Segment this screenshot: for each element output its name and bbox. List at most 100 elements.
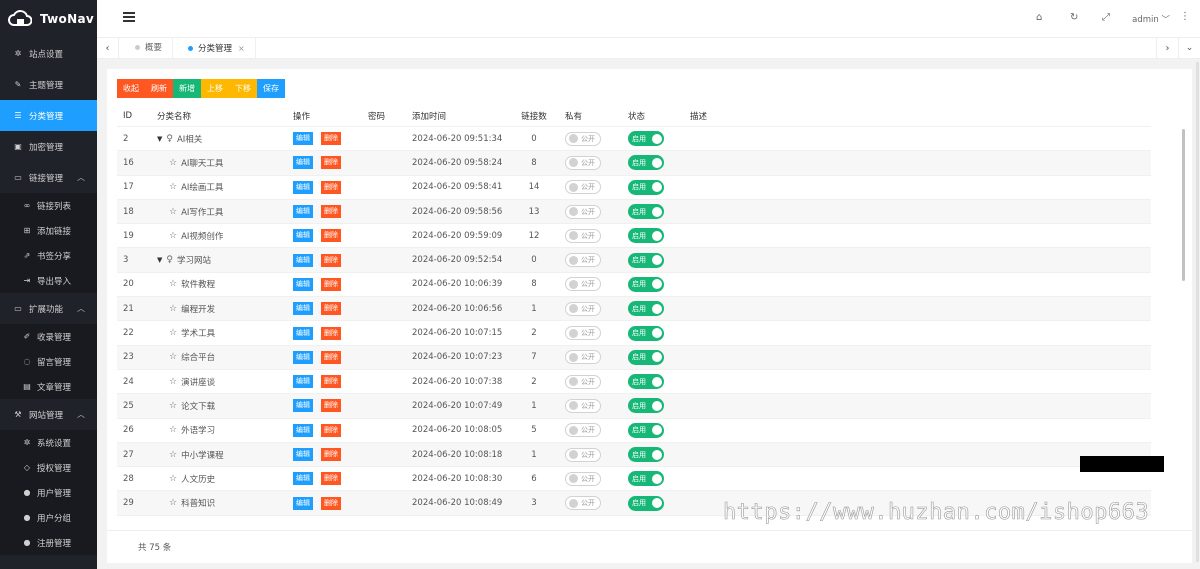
caret-down-icon[interactable]: ▼ xyxy=(157,256,162,264)
add-button[interactable]: 新增 xyxy=(173,79,201,98)
private-toggle[interactable]: 公开 xyxy=(565,131,601,146)
delete-button[interactable]: 删除 xyxy=(321,277,341,291)
delete-button[interactable]: 删除 xyxy=(321,229,341,243)
sidebar-item-4[interactable]: ▭ 链接管理 ︿ xyxy=(0,162,97,193)
menu-toggle-icon[interactable] xyxy=(123,12,135,24)
user-menu[interactable]: admin ﹀ xyxy=(1132,13,1170,25)
sidebar-item-10[interactable]: ✐ 收录管理 xyxy=(0,324,97,349)
status-toggle[interactable]: 启用 xyxy=(628,349,664,365)
delete-button[interactable]: 删除 xyxy=(321,423,341,437)
move-up-button[interactable]: 上移 xyxy=(201,79,229,98)
tab-prev-button[interactable]: ‹ xyxy=(97,38,119,59)
private-toggle[interactable]: 公开 xyxy=(565,155,601,170)
status-toggle[interactable]: 启用 xyxy=(628,325,664,341)
private-toggle[interactable]: 公开 xyxy=(565,350,601,365)
delete-button[interactable]: 删除 xyxy=(321,132,341,146)
logo[interactable]: TwoNav xyxy=(0,0,97,38)
status-toggle[interactable]: 启用 xyxy=(628,398,664,414)
private-toggle[interactable]: 公开 xyxy=(565,398,601,413)
edit-button[interactable]: 编辑 xyxy=(293,423,313,437)
edit-button[interactable]: 编辑 xyxy=(293,302,313,316)
more-menu-icon[interactable]: ⋮ xyxy=(1180,11,1190,22)
sidebar-item-18[interactable]: ● 注册管理 xyxy=(0,530,97,555)
delete-button[interactable]: 删除 xyxy=(321,399,341,413)
private-toggle[interactable]: 公开 xyxy=(565,471,601,486)
collapse-button[interactable]: 收起 xyxy=(117,79,145,98)
page-scrollbar[interactable] xyxy=(1196,62,1199,562)
sidebar-item-6[interactable]: ⊞ 添加链接 xyxy=(0,218,97,243)
delete-button[interactable]: 删除 xyxy=(321,156,341,170)
sidebar-item-3[interactable]: ▣ 加密管理 xyxy=(0,131,97,162)
status-toggle[interactable]: 启用 xyxy=(628,374,664,390)
delete-button[interactable]: 删除 xyxy=(321,302,341,316)
status-toggle[interactable]: 启用 xyxy=(628,301,664,317)
status-toggle[interactable]: 启用 xyxy=(628,276,664,292)
sidebar-item-12[interactable]: ▤ 文章管理 xyxy=(0,374,97,399)
move-down-button[interactable]: 下移 xyxy=(229,79,257,98)
sidebar-item-16[interactable]: ● 用户管理 xyxy=(0,480,97,505)
delete-button[interactable]: 删除 xyxy=(321,496,341,510)
edit-button[interactable]: 编辑 xyxy=(293,205,313,219)
private-toggle[interactable]: 公开 xyxy=(565,301,601,316)
sidebar-item-0[interactable]: ✲ 站点设置 xyxy=(0,38,97,69)
status-toggle[interactable]: 启用 xyxy=(628,252,664,268)
status-toggle[interactable]: 启用 xyxy=(628,155,664,171)
edit-button[interactable]: 编辑 xyxy=(293,156,313,170)
refresh-icon[interactable]: ↻ xyxy=(1070,12,1078,23)
status-toggle[interactable]: 启用 xyxy=(628,471,664,487)
delete-button[interactable]: 删除 xyxy=(321,350,341,364)
status-toggle[interactable]: 启用 xyxy=(628,179,664,195)
table-scrollbar[interactable] xyxy=(1182,129,1185,281)
edit-button[interactable]: 编辑 xyxy=(293,253,313,267)
edit-button[interactable]: 编辑 xyxy=(293,326,313,340)
private-toggle[interactable]: 公开 xyxy=(565,374,601,389)
tab-overview[interactable]: 概要 xyxy=(125,38,174,59)
sidebar-item-9[interactable]: ▭ 扩展功能 ︿ xyxy=(0,293,97,324)
caret-down-icon[interactable]: ▼ xyxy=(157,135,162,143)
delete-button[interactable]: 删除 xyxy=(321,472,341,486)
home-icon[interactable]: ⌂ xyxy=(1036,12,1042,23)
edit-button[interactable]: 编辑 xyxy=(293,180,313,194)
private-toggle[interactable]: 公开 xyxy=(565,253,601,268)
delete-button[interactable]: 删除 xyxy=(321,205,341,219)
sidebar-item-5[interactable]: ∞ 链接列表 xyxy=(0,193,97,218)
status-toggle[interactable]: 启用 xyxy=(628,204,664,220)
status-toggle[interactable]: 启用 xyxy=(628,447,664,462)
refresh-button[interactable]: 刷新 xyxy=(145,79,173,98)
private-toggle[interactable]: 公开 xyxy=(565,423,601,438)
sidebar-item-17[interactable]: ● 用户分组 xyxy=(0,505,97,530)
status-toggle[interactable]: 启用 xyxy=(628,131,664,147)
delete-button[interactable]: 删除 xyxy=(321,253,341,267)
delete-button[interactable]: 删除 xyxy=(321,180,341,194)
sidebar-item-15[interactable]: ◇ 授权管理 xyxy=(0,455,97,480)
status-toggle[interactable]: 启用 xyxy=(628,422,664,438)
edit-button[interactable]: 编辑 xyxy=(293,472,313,486)
status-toggle[interactable]: 启用 xyxy=(628,228,664,244)
edit-button[interactable]: 编辑 xyxy=(293,350,313,364)
delete-button[interactable]: 删除 xyxy=(321,326,341,340)
private-toggle[interactable]: 公开 xyxy=(565,447,601,462)
status-toggle[interactable]: 启用 xyxy=(628,495,664,511)
sidebar-item-1[interactable]: ✎ 主题管理 xyxy=(0,69,97,100)
delete-button[interactable]: 删除 xyxy=(321,375,341,389)
private-toggle[interactable]: 公开 xyxy=(565,228,601,243)
sidebar-item-13[interactable]: ⚒ 网站管理 ︿ xyxy=(0,399,97,430)
private-toggle[interactable]: 公开 xyxy=(565,496,601,511)
tab-category-management[interactable]: 分类管理 × xyxy=(178,38,256,59)
private-toggle[interactable]: 公开 xyxy=(565,277,601,292)
sidebar-item-14[interactable]: ✲ 系统设置 xyxy=(0,430,97,455)
edit-button[interactable]: 编辑 xyxy=(293,229,313,243)
tab-next-button[interactable]: › xyxy=(1156,38,1178,59)
private-toggle[interactable]: 公开 xyxy=(565,326,601,341)
delete-button[interactable]: 删除 xyxy=(321,448,341,461)
edit-button[interactable]: 编辑 xyxy=(293,399,313,413)
edit-button[interactable]: 编辑 xyxy=(293,132,313,146)
sidebar-item-11[interactable]: ◌ 留言管理 xyxy=(0,349,97,374)
sidebar-item-2[interactable]: ☰ 分类管理 xyxy=(0,100,97,131)
edit-button[interactable]: 编辑 xyxy=(293,277,313,291)
edit-button[interactable]: 编辑 xyxy=(293,448,313,461)
fullscreen-icon[interactable]: ⤢ xyxy=(1102,12,1110,23)
save-button[interactable]: 保存 xyxy=(257,79,285,98)
edit-button[interactable]: 编辑 xyxy=(293,375,313,389)
private-toggle[interactable]: 公开 xyxy=(565,204,601,219)
